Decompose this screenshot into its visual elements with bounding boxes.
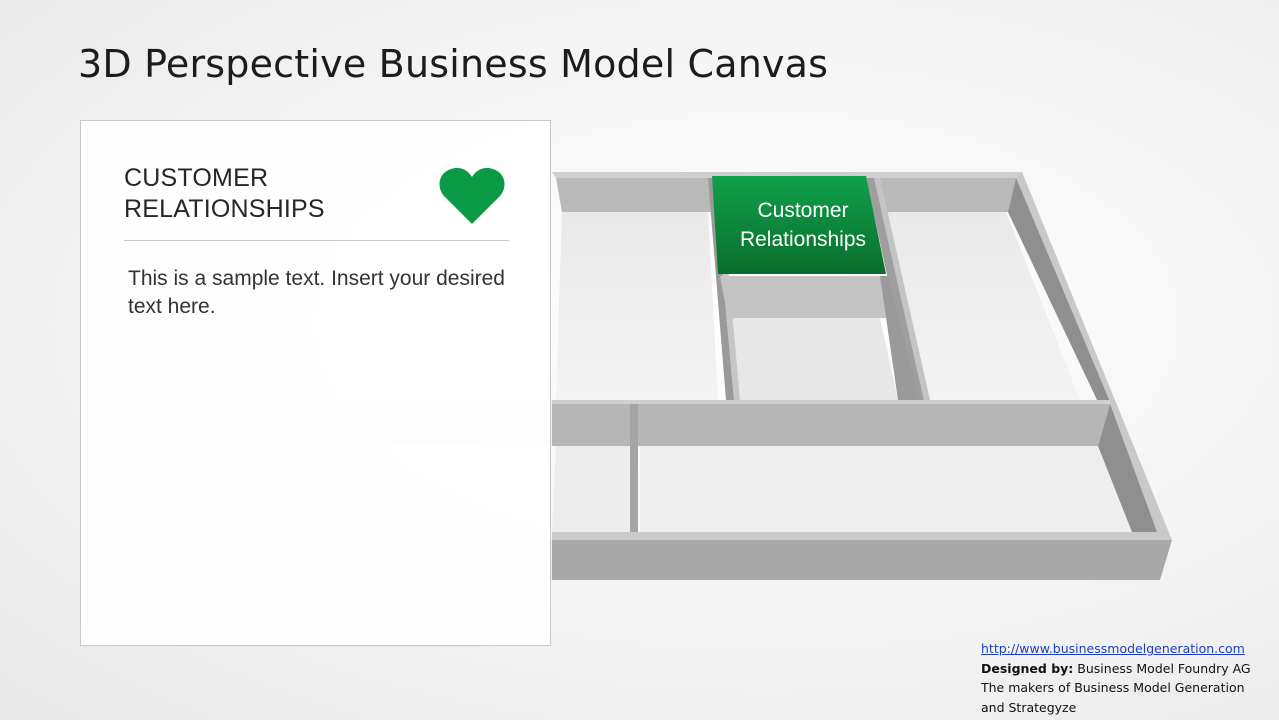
card-heading: CUSTOMER RELATIONSHIPS (124, 164, 325, 223)
highlight-label: Customer Relationships (739, 199, 867, 251)
card-body-text: This is a sample text. Insert your desir… (128, 267, 505, 318)
card-divider (124, 240, 509, 241)
designed-by-value: Business Model Foundry AG (1077, 660, 1251, 676)
info-card: CUSTOMER RELATIONSHIPS This is a sample … (80, 120, 551, 646)
credits-block: http://www.businessmodelgeneration.com D… (981, 639, 1271, 717)
credits-line-3: The makers of Business Model Generation (981, 680, 1245, 695)
credits-url-link[interactable]: http://www.businessmodelgeneration.com (981, 641, 1245, 656)
credits-line-4: and Strategyze (981, 699, 1077, 715)
designed-by-label: Designed by: (981, 660, 1074, 676)
heart-icon (439, 167, 505, 224)
credits-designed-by: Designed by: Business Model Foundry AG (981, 659, 1271, 679)
